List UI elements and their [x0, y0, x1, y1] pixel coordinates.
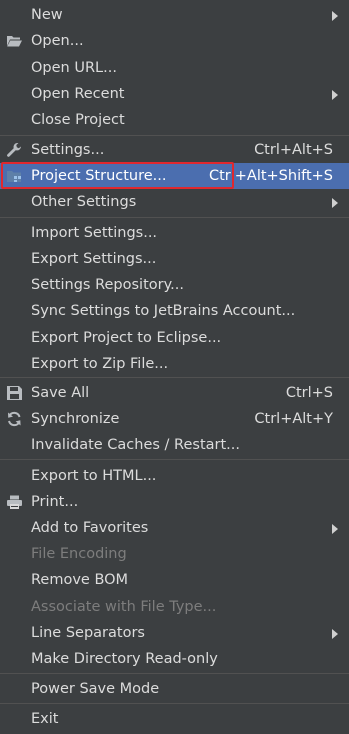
- menu-item-associate-file-type: Associate with File Type...: [0, 594, 349, 620]
- menu-item-label: New: [31, 7, 63, 23]
- menu-item-label: Export to HTML...: [31, 468, 157, 484]
- menu-item-new[interactable]: New: [0, 2, 349, 28]
- menu-separator: [0, 135, 349, 136]
- menu-item-settings-repository[interactable]: Settings Repository...: [0, 272, 349, 298]
- menu-item-label: Line Separators: [31, 625, 145, 641]
- menu-item-sync-settings[interactable]: Sync Settings to JetBrains Account...: [0, 298, 349, 324]
- menu-item-exit[interactable]: Exit: [0, 706, 349, 732]
- menu-item-label: Project Structure...: [31, 168, 167, 184]
- menu-separator: [0, 217, 349, 218]
- menu-item-import-settings[interactable]: Import Settings...: [0, 220, 349, 246]
- menu-item-label: Exit: [31, 711, 59, 727]
- menu-separator: [0, 459, 349, 460]
- menu-item-export-zip[interactable]: Export to Zip File...: [0, 351, 349, 377]
- menu-item-save-all[interactable]: Save All Ctrl+S: [0, 380, 349, 406]
- menu-separator: [0, 377, 349, 378]
- menu-item-project-structure[interactable]: Project Structure... Ctrl+Alt+Shift+S: [0, 163, 349, 189]
- menu-item-label: Settings Repository...: [31, 277, 184, 293]
- menu-item-label: Invalidate Caches / Restart...: [31, 437, 240, 453]
- menu-item-label: Export Settings...: [31, 251, 157, 267]
- submenu-arrow-icon: [332, 629, 338, 639]
- folder-open-icon: [6, 33, 23, 49]
- menu-item-label: Other Settings: [31, 194, 137, 210]
- menu-item-label: Synchronize: [31, 411, 120, 427]
- menu-item-close-project[interactable]: Close Project: [0, 107, 349, 133]
- submenu-arrow-icon: [332, 90, 338, 100]
- menu-item-label: Add to Favorites: [31, 520, 149, 536]
- menu-item-label: File Encoding: [31, 546, 127, 562]
- file-menu: New Open... Open URL... Open Recent Clos…: [0, 0, 349, 734]
- menu-item-line-separators[interactable]: Line Separators: [0, 620, 349, 646]
- submenu-arrow-icon: [332, 198, 338, 208]
- menu-item-export-html[interactable]: Export to HTML...: [0, 463, 349, 489]
- submenu-arrow-icon: [332, 11, 338, 21]
- menu-item-export-settings[interactable]: Export Settings...: [0, 246, 349, 272]
- menu-item-label: Sync Settings to JetBrains Account...: [31, 303, 296, 319]
- menu-item-invalidate-caches[interactable]: Invalidate Caches / Restart...: [0, 432, 349, 458]
- menu-item-settings[interactable]: Settings... Ctrl+Alt+S: [0, 137, 349, 163]
- menu-item-export-eclipse[interactable]: Export Project to Eclipse...: [0, 325, 349, 351]
- menu-item-label: Open URL...: [31, 60, 117, 76]
- menu-item-shortcut: Ctrl+Alt+Y: [254, 411, 333, 427]
- menu-item-open[interactable]: Open...: [0, 28, 349, 54]
- sync-icon: [6, 411, 23, 427]
- menu-item-open-recent[interactable]: Open Recent: [0, 81, 349, 107]
- menu-item-label: Open Recent: [31, 86, 125, 102]
- menu-item-label: Print...: [31, 494, 79, 510]
- project-structure-icon: [6, 168, 23, 184]
- save-icon: [6, 385, 23, 401]
- menu-item-label: Settings...: [31, 142, 105, 158]
- wrench-icon: [6, 142, 23, 158]
- menu-item-add-favorites[interactable]: Add to Favorites: [0, 515, 349, 541]
- menu-separator: [0, 703, 349, 704]
- submenu-arrow-icon: [332, 524, 338, 534]
- menu-item-remove-bom[interactable]: Remove BOM: [0, 567, 349, 593]
- menu-item-make-readonly[interactable]: Make Directory Read-only: [0, 646, 349, 672]
- menu-item-shortcut: Ctrl+S: [285, 385, 333, 401]
- menu-item-label: Associate with File Type...: [31, 599, 217, 615]
- menu-item-open-url[interactable]: Open URL...: [0, 55, 349, 81]
- menu-separator: [0, 673, 349, 674]
- menu-item-label: Make Directory Read-only: [31, 651, 218, 667]
- menu-item-label: Import Settings...: [31, 225, 158, 241]
- menu-item-other-settings[interactable]: Other Settings: [0, 189, 349, 215]
- menu-item-label: Save All: [31, 385, 90, 401]
- menu-item-label: Open...: [31, 33, 84, 49]
- menu-item-print[interactable]: Print...: [0, 489, 349, 515]
- menu-item-synchronize[interactable]: Synchronize Ctrl+Alt+Y: [0, 406, 349, 432]
- menu-item-label: Export Project to Eclipse...: [31, 330, 222, 346]
- menu-item-file-encoding: File Encoding: [0, 541, 349, 567]
- menu-item-shortcut: Ctrl+Alt+Shift+S: [208, 168, 333, 184]
- menu-item-shortcut: Ctrl+Alt+S: [254, 142, 333, 158]
- menu-item-power-save[interactable]: Power Save Mode: [0, 676, 349, 702]
- menu-item-label: Export to Zip File...: [31, 356, 169, 372]
- printer-icon: [6, 494, 23, 510]
- menu-item-label: Power Save Mode: [31, 681, 160, 697]
- menu-item-label: Close Project: [31, 112, 125, 128]
- menu-item-label: Remove BOM: [31, 572, 129, 588]
